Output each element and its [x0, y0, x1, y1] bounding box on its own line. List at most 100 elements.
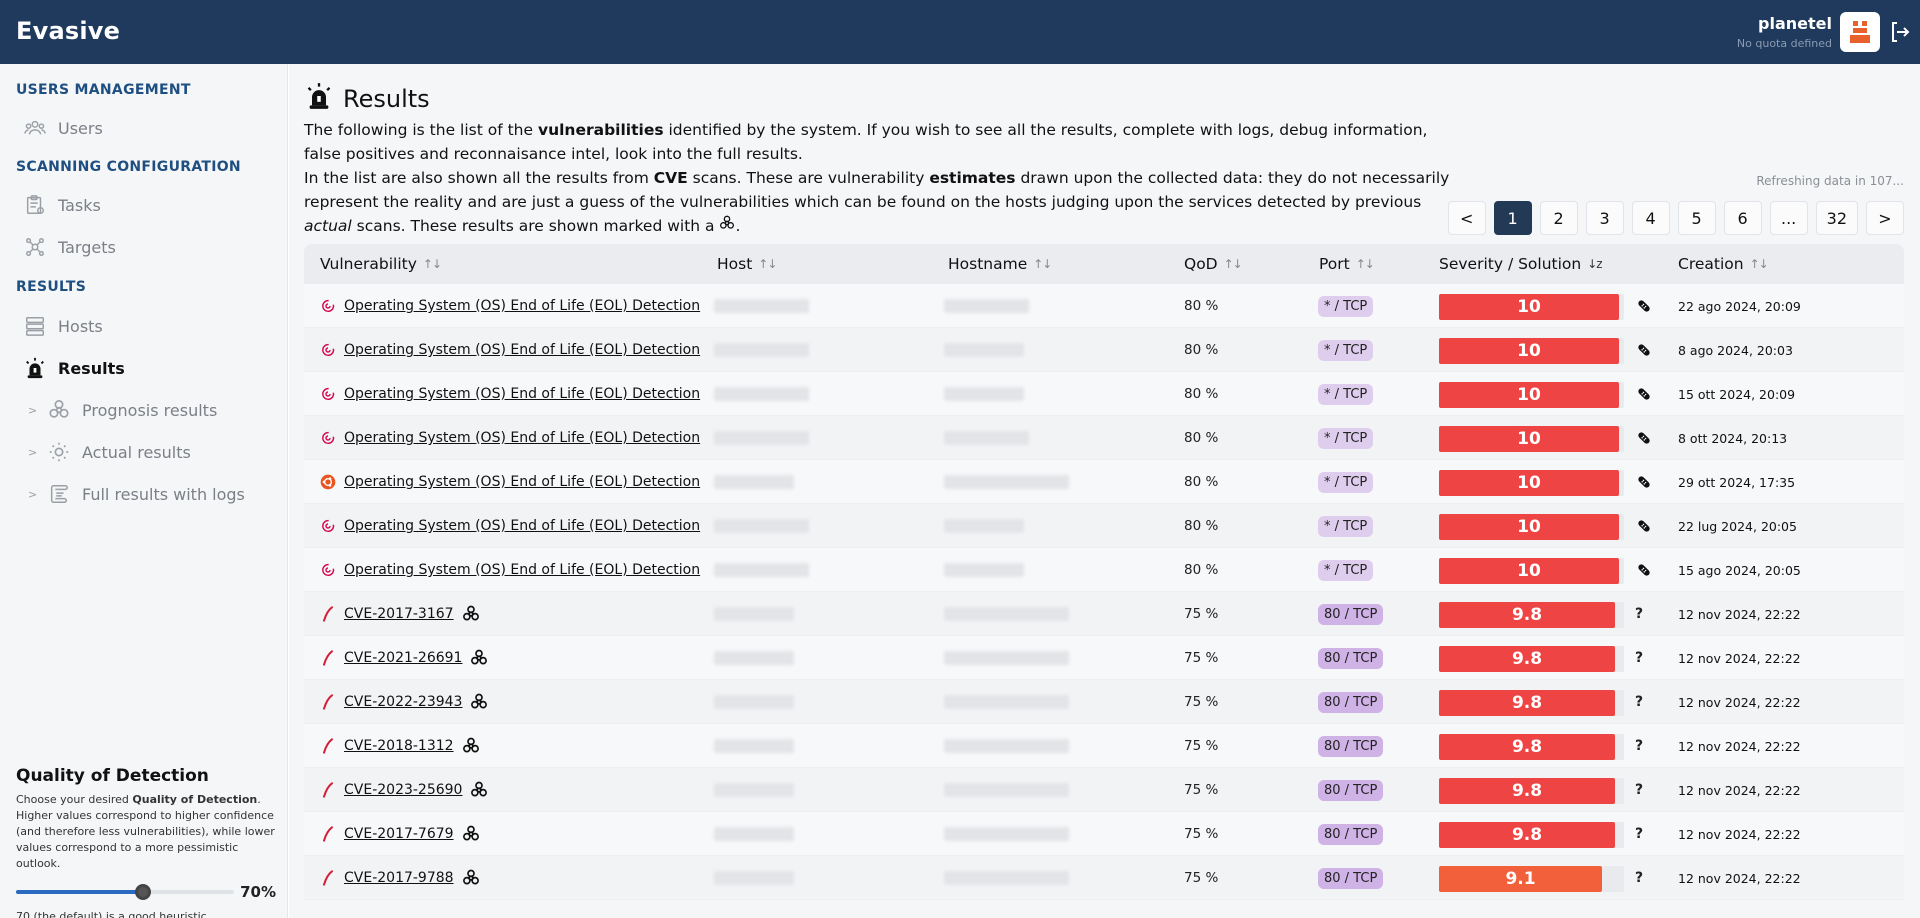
- vulnerability-link[interactable]: CVE-2023-25690: [344, 782, 462, 798]
- creation-cell: 22 ago 2024, 20:09: [1678, 298, 1801, 314]
- qod-cell: 80 %: [1184, 474, 1219, 490]
- table-row[interactable]: Operating System (OS) End of Life (EOL) …: [304, 460, 1904, 504]
- table-row[interactable]: Operating System (OS) End of Life (EOL) …: [304, 284, 1904, 328]
- table-row[interactable]: Operating System (OS) End of Life (EOL) …: [304, 504, 1904, 548]
- section-scanning-configuration: SCANNING CONFIGURATION: [16, 159, 241, 175]
- pagination-page[interactable]: 32: [1815, 201, 1858, 235]
- sidebar: USERS MANAGEMENT Users SCANNING CONFIGUR…: [0, 64, 288, 918]
- column-header-qod[interactable]: QoD ↑↓: [1184, 244, 1243, 284]
- column-header-host[interactable]: Host ↑↓: [717, 244, 777, 284]
- vulnerability-cell: CVE-2017-9788: [320, 856, 480, 900]
- pagination-page[interactable]: 2: [1539, 201, 1578, 235]
- solution-unknown: ?: [1635, 826, 1644, 842]
- pagination: < 1 2 3 4 5 6 ... 32 >: [1447, 201, 1904, 235]
- hostname-cell: [944, 680, 1069, 724]
- port-badge: 80 / TCP: [1318, 735, 1384, 757]
- table-row[interactable]: Operating System (OS) End of Life (EOL) …: [304, 328, 1904, 372]
- creation-cell: 12 nov 2024, 22:22: [1678, 650, 1801, 666]
- table-row[interactable]: Operating System (OS) End of Life (EOL) …: [304, 372, 1904, 416]
- vulnerability-link[interactable]: Operating System (OS) End of Life (EOL) …: [344, 474, 700, 490]
- table-row[interactable]: Operating System (OS) End of Life (EOL) …: [304, 548, 1904, 592]
- sidebar-item-label: Hosts: [58, 316, 103, 336]
- table-row[interactable]: CVE-2017-9788 75 % 80 / TCP 9.1 ? 12 nov…: [304, 856, 1904, 900]
- vulnerability-link[interactable]: Operating System (OS) End of Life (EOL) …: [344, 562, 700, 578]
- vulnerability-link[interactable]: CVE-2017-9788: [344, 870, 454, 886]
- table-row[interactable]: CVE-2017-3167 75 % 80 / TCP 9.8 ? 12 nov…: [304, 592, 1904, 636]
- table-row[interactable]: CVE-2021-26691 75 % 80 / TCP 9.8 ? 12 no…: [304, 636, 1904, 680]
- column-header-severity[interactable]: Severity / Solution ↓z: [1439, 244, 1603, 284]
- severity-bar: 9.8: [1439, 822, 1615, 848]
- sidebar-item-tasks[interactable]: Tasks: [24, 188, 274, 222]
- severity-bar: 10: [1439, 558, 1619, 584]
- sidebar-item-label: Full results with logs: [82, 484, 245, 504]
- pagination-page[interactable]: 5: [1677, 201, 1716, 235]
- host-cell: [714, 548, 809, 592]
- vulnerability-link[interactable]: CVE-2017-3167: [344, 606, 454, 622]
- pagination-next[interactable]: >: [1866, 201, 1904, 235]
- pagination-page[interactable]: 4: [1631, 201, 1670, 235]
- table-row[interactable]: CVE-2018-1312 75 % 80 / TCP 9.8 ? 12 nov…: [304, 724, 1904, 768]
- host-cell: [714, 680, 794, 724]
- port-badge: * / TCP: [1318, 515, 1374, 537]
- column-header-creation[interactable]: Creation ↑↓: [1678, 244, 1769, 284]
- vulnerability-link[interactable]: CVE-2017-7679: [344, 826, 454, 842]
- sidebar-item-actual-results[interactable]: > Actual results: [28, 435, 278, 469]
- column-header-port[interactable]: Port ↑↓: [1319, 244, 1375, 284]
- vulnerability-link[interactable]: CVE-2022-23943: [344, 694, 462, 710]
- vulnerability-link[interactable]: Operating System (OS) End of Life (EOL) …: [344, 298, 700, 314]
- severity-bar: 9.8: [1439, 602, 1615, 628]
- biohazard-icon: [470, 781, 488, 799]
- sort-icon: ↑↓: [758, 257, 777, 271]
- qod-slider-thumb[interactable]: [134, 884, 151, 900]
- vulnerability-link[interactable]: Operating System (OS) End of Life (EOL) …: [344, 518, 700, 534]
- sidebar-item-hosts[interactable]: Hosts: [24, 309, 274, 343]
- section-results: RESULTS: [16, 279, 87, 295]
- severity-bar: 9.8: [1439, 734, 1615, 760]
- qod-title: Quality of Detection: [16, 766, 209, 786]
- port-badge: 80 / TCP: [1318, 867, 1384, 889]
- sort-desc-icon: ↓z: [1587, 257, 1602, 271]
- vulnerability-link[interactable]: Operating System (OS) End of Life (EOL) …: [344, 386, 700, 402]
- pagination-prev[interactable]: <: [1447, 201, 1486, 235]
- vulnerability-link[interactable]: Operating System (OS) End of Life (EOL) …: [344, 342, 700, 358]
- biohazard-icon: [462, 605, 480, 623]
- qod-description: Choose your desired Quality of Detection…: [16, 793, 275, 870]
- sidebar-item-prognosis-results[interactable]: > Prognosis results: [28, 393, 278, 427]
- scroll-icon: [48, 483, 70, 505]
- avatar[interactable]: [1840, 12, 1880, 52]
- port-badge: 80 / TCP: [1318, 603, 1384, 625]
- host-cell: [714, 592, 794, 636]
- sidebar-item-results[interactable]: Results: [24, 351, 274, 385]
- table-row[interactable]: CVE-2017-7679 75 % 80 / TCP 9.8 ? 12 nov…: [304, 812, 1904, 856]
- vulnerability-link[interactable]: Operating System (OS) End of Life (EOL) …: [344, 430, 700, 446]
- feather-icon: [320, 650, 336, 666]
- column-header-hostname[interactable]: Hostname ↑↓: [948, 244, 1052, 284]
- pagination-ellipsis[interactable]: ...: [1769, 201, 1808, 235]
- qod-cell: 80 %: [1184, 298, 1219, 314]
- column-header-vulnerability[interactable]: Vulnerability ↑↓: [320, 244, 442, 284]
- qod-slider[interactable]: 70%: [16, 882, 276, 902]
- sidebar-item-targets[interactable]: Targets: [24, 230, 274, 264]
- pagination-page[interactable]: 6: [1723, 201, 1762, 235]
- logout-icon[interactable]: [1888, 20, 1912, 44]
- app-brand[interactable]: Evasive: [16, 17, 120, 45]
- pagination-page[interactable]: 1: [1493, 201, 1532, 235]
- solution-unknown: ?: [1635, 650, 1644, 666]
- sort-icon: ↑↓: [1223, 257, 1243, 271]
- refresh-countdown: Refreshing data in 107...: [1756, 174, 1904, 188]
- debian-icon: [320, 430, 336, 446]
- pagination-page[interactable]: 3: [1585, 201, 1624, 235]
- user-name: planetel: [1758, 14, 1832, 33]
- hostname-cell: [944, 812, 1069, 856]
- vulnerability-link[interactable]: CVE-2018-1312: [344, 738, 454, 754]
- table-row[interactable]: CVE-2022-23943 75 % 80 / TCP 9.8 ? 12 no…: [304, 680, 1904, 724]
- creation-cell: 22 lug 2024, 20:05: [1678, 518, 1797, 534]
- hostname-cell: [944, 504, 1024, 548]
- vulnerability-link[interactable]: CVE-2021-26691: [344, 650, 462, 666]
- table-row[interactable]: CVE-2023-25690 75 % 80 / TCP 9.8 ? 12 no…: [304, 768, 1904, 812]
- table-row[interactable]: Operating System (OS) End of Life (EOL) …: [304, 416, 1904, 460]
- sidebar-item-users[interactable]: Users: [24, 111, 274, 145]
- sidebar-item-full-results[interactable]: > Full results with logs: [28, 477, 278, 511]
- solution-unknown: ?: [1635, 738, 1644, 754]
- vulnerability-cell: Operating System (OS) End of Life (EOL) …: [320, 416, 700, 460]
